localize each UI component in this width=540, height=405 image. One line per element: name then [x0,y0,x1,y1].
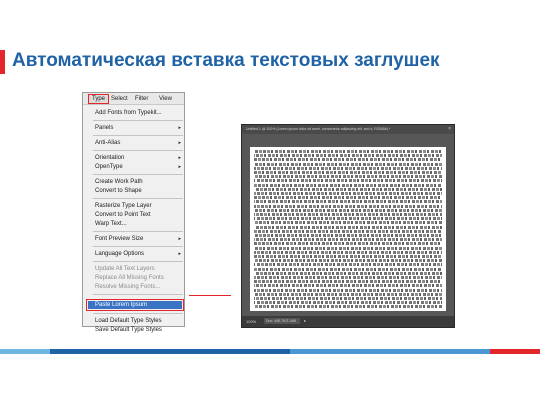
lorem-text-line [254,171,442,174]
menu-item-load-default-styles[interactable]: Load Default Type Styles [95,317,183,325]
footer-stripe-light [0,349,50,354]
submenu-arrow-icon: ▸ [178,236,181,242]
document-titlebar: Untitled-1 @ 100% (Lorem ipsum dolor sit… [242,125,454,134]
lorem-text-line [254,305,442,309]
lorem-text-line [254,213,442,216]
slide-title: Автоматическая вставка текстовых заглуше… [12,50,440,71]
menu-item-anti-alias[interactable]: Anti-Alias ▸ [95,139,183,147]
menu-separator [93,150,183,151]
lorem-text-line [254,267,442,271]
type-menu: Type Select Filter View Add Fonts from T… [82,92,185,333]
lorem-text-line [254,221,442,225]
zoom-level[interactable]: 100% [246,319,256,324]
lorem-text-line [254,204,442,208]
status-bar: 100% Doc: 445.7K/2.14M ▸ [242,316,454,327]
menu-separator [93,313,183,314]
submenu-arrow-icon: ▸ [178,164,181,170]
menu-item-update-text-layers[interactable]: Update All Text Layers [95,265,183,273]
lorem-text-line [254,179,442,183]
title-accent-bar [0,50,5,74]
lorem-text-line [254,217,442,221]
lorem-text-line [254,301,442,305]
lorem-text-line [254,234,442,237]
menu-separator [93,174,183,175]
lorem-text-line [254,154,442,158]
status-arrow-icon[interactable]: ▸ [304,318,306,323]
footer-stripe-mid [290,349,490,354]
lorem-text-line [254,208,442,212]
menu-item-save-default-styles[interactable]: Save Default Type Styles [95,326,183,334]
menu-item-create-work-path[interactable]: Create Work Path [95,178,183,186]
submenu-arrow-icon: ▸ [178,155,181,161]
lorem-text-line [254,259,442,263]
menu-item-language-options[interactable]: Language Options ▸ [95,250,183,258]
lorem-text-line [254,200,442,204]
lorem-text-line [254,250,442,254]
menu-item-font-preview-size[interactable]: Font Preview Size ▸ [95,235,183,243]
menu-item-convert-to-shape[interactable]: Convert to Shape [95,187,183,195]
lorem-text-line [254,280,442,284]
menubar: Type Select Filter View [83,93,184,105]
menu-item-add-fonts[interactable]: Add Fonts from Typekit... [95,109,183,117]
menu-item-resolve-missing-fonts[interactable]: Resolve Missing Fonts... [95,283,183,291]
lorem-text-line [254,292,442,296]
menubar-filter[interactable]: Filter [135,96,148,102]
lorem-text-line [254,284,442,288]
menu-separator [93,246,183,247]
lorem-text-line [254,225,442,229]
submenu-arrow-icon: ▸ [178,125,181,131]
menu-item-paste-lorem-ipsum[interactable]: Paste Lorem Ipsum [95,301,183,309]
menu-separator [93,294,183,295]
lorem-text-line [254,183,442,187]
lorem-text-line [254,166,442,170]
submenu-arrow-icon: ▸ [178,251,181,257]
lorem-text-line [254,196,442,200]
menu-item-orientation[interactable]: Orientation ▸ [95,154,183,162]
menu-separator [93,261,183,262]
lorem-text-line [254,297,442,300]
menu-item-replace-missing-fonts[interactable]: Replace All Missing Fonts [95,274,183,282]
menubar-view[interactable]: View [159,96,172,102]
lorem-text-line [254,271,442,275]
connector-line [189,295,231,296]
lorem-text-line [254,238,442,242]
lorem-text-line [254,175,442,179]
lorem-text-line [254,242,442,246]
lorem-text-line [254,187,442,191]
lorem-text-line [254,162,442,166]
doc-info: Doc: 445.7K/2.14M [266,319,296,323]
document-canvas[interactable] [250,147,446,311]
menu-separator [93,231,183,232]
menu-separator [93,120,183,121]
footer-stripe-red [490,349,540,354]
submenu-arrow-icon: ▸ [178,140,181,146]
footer-stripe-dark [50,349,290,354]
menubar-type[interactable]: Type [88,94,110,104]
document-title: Untitled-1 @ 100% (Lorem ipsum dolor sit… [246,127,391,131]
lorem-text-line [254,276,442,279]
close-icon[interactable]: × [448,126,451,132]
lorem-text-line [254,263,442,267]
lorem-text-line [254,255,442,258]
menu-separator [93,198,183,199]
menu-item-rasterize[interactable]: Rasterize Type Layer [95,202,183,210]
lorem-text-line [254,150,442,153]
menu-item-warp-text[interactable]: Warp Text... [95,220,183,228]
menu-item-panels[interactable]: Panels ▸ [95,124,183,132]
lorem-text-line [254,246,442,250]
document-window: Untitled-1 @ 100% (Lorem ipsum dolor sit… [241,124,455,328]
menu-item-convert-point-text[interactable]: Convert to Point Text [95,211,183,219]
lorem-text-line [254,288,442,292]
menubar-select[interactable]: Select [111,96,128,102]
menu-separator [93,135,183,136]
lorem-text-line [254,158,442,162]
lorem-text-line [254,229,442,233]
lorem-text-line [254,192,442,195]
menu-item-opentype[interactable]: OpenType ▸ [95,163,183,171]
